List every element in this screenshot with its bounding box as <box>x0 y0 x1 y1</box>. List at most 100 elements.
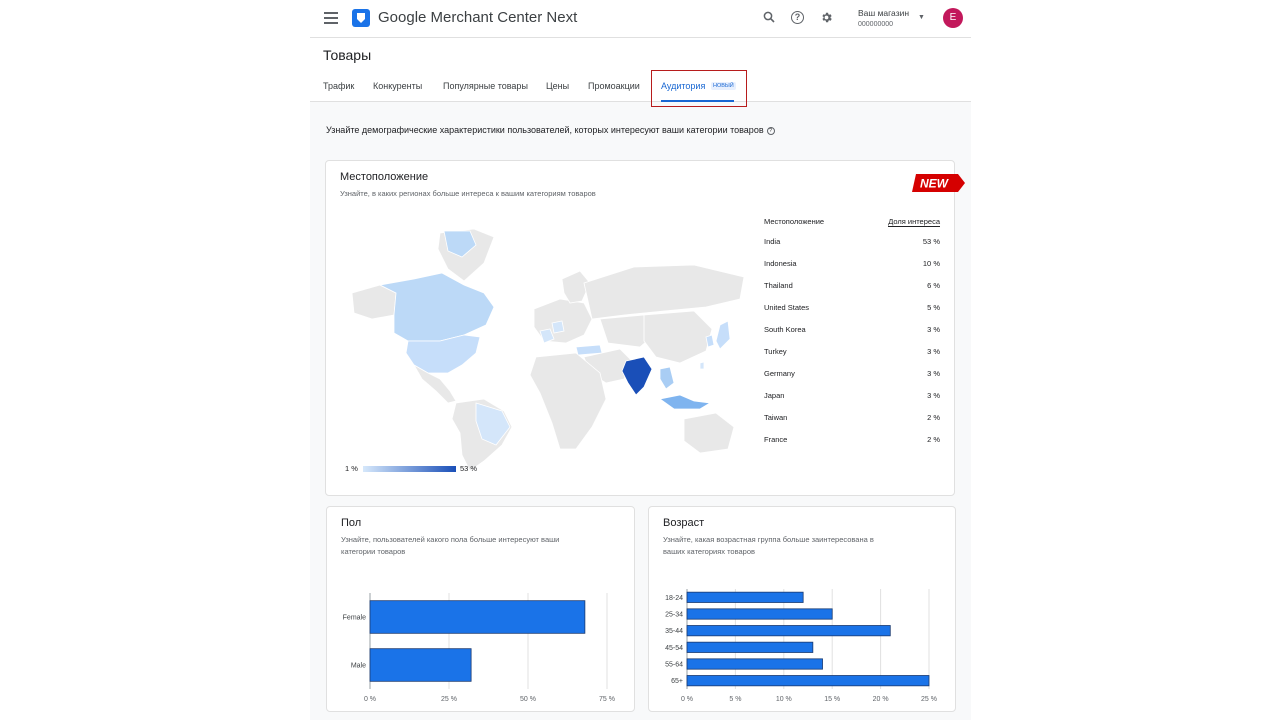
age-chart: 0 % 5 % 10 % 15 % 20 % 25 % 18-24 25-34 35-44 45-… <box>665 589 937 703</box>
map-legend-max: 53 % <box>460 464 478 473</box>
map-india <box>621 356 653 396</box>
map-russia <box>583 264 745 320</box>
category-label: 65+ <box>671 678 683 685</box>
interest-share: 3 % <box>927 347 940 356</box>
x-tick-label: 10 % <box>776 696 792 703</box>
bar[interactable] <box>369 600 586 634</box>
tab-promotions[interactable]: Промоакции <box>588 81 640 91</box>
x-tick-label: 75 % <box>599 696 615 703</box>
x-tick-label: 25 % <box>441 696 457 703</box>
age-subtitle-line: Узнайте, какая возрастная группа больше … <box>663 535 874 544</box>
location-card-title: Местоположение <box>340 171 429 183</box>
location-name: Turkey <box>764 347 787 356</box>
intro-label: Узнайте демографические характеристики п… <box>326 125 764 135</box>
share-column-header[interactable]: Доля интереса <box>888 217 940 227</box>
x-tick-label: 25 % <box>921 696 937 703</box>
map-japan <box>715 320 731 350</box>
category-label: 55-64 <box>665 662 683 669</box>
table-row: South Korea 3 % <box>764 319 940 341</box>
bar[interactable] <box>686 675 930 687</box>
intro-text: Узнайте демографические характеристики п… <box>326 125 775 135</box>
menu-icon[interactable] <box>324 12 338 24</box>
location-name: Germany <box>764 369 795 378</box>
table-row: Germany 3 % <box>764 363 940 385</box>
table-row: Taiwan 2 % <box>764 407 940 429</box>
tab-competitors[interactable]: Конкуренты <box>373 81 422 91</box>
page-title: Товары <box>323 47 372 63</box>
gender-chart: 0 % 25 % 50 % 75 % Female Male <box>343 593 615 703</box>
store-label: Ваш магазин <box>858 8 910 18</box>
bar[interactable] <box>686 658 823 670</box>
interest-share: 10 % <box>922 259 940 268</box>
interest-share: 53 % <box>922 237 940 246</box>
store-id: 000000000 <box>858 21 894 28</box>
bar[interactable] <box>686 608 833 620</box>
tab-popular-products[interactable]: Популярные товары <box>443 81 528 91</box>
tab-traffic[interactable]: Трафик <box>323 81 354 91</box>
bar[interactable] <box>686 591 804 603</box>
map-legend-gradient <box>363 466 456 472</box>
map-germany <box>551 320 565 334</box>
x-tick-label: 5 % <box>729 696 741 703</box>
table-row: India 53 % <box>764 231 940 253</box>
map-indonesia <box>659 394 712 410</box>
tab-audience[interactable]: Аудитория <box>661 81 705 91</box>
category-label: 25-34 <box>665 612 683 619</box>
search-icon[interactable] <box>762 11 776 25</box>
table-row: Japan 3 % <box>764 385 940 407</box>
world-map <box>351 228 745 472</box>
location-name: Taiwan <box>764 413 788 422</box>
x-tick-label: 20 % <box>873 696 889 703</box>
gear-icon[interactable] <box>819 11 833 25</box>
gender-subtitle-line: категории товаров <box>341 547 406 556</box>
interest-share: 3 % <box>927 369 940 378</box>
table-row: Thailand 6 % <box>764 275 940 297</box>
tab-prices[interactable]: Цены <box>546 81 569 91</box>
location-name: South Korea <box>764 325 806 334</box>
category-label: 35-44 <box>665 628 683 635</box>
help-icon[interactable]: ? <box>791 11 804 24</box>
location-name: France <box>764 435 788 444</box>
location-name: Thailand <box>764 281 793 290</box>
location-table: Местоположение Доля интереса India 53 % I… <box>764 217 940 451</box>
map-australia <box>683 412 735 454</box>
gender-card: Пол Узнайте, пользователей какого пола б… <box>326 506 635 712</box>
category-label: 18-24 <box>665 595 683 602</box>
bar[interactable] <box>369 648 472 682</box>
category-label: 45-54 <box>665 645 683 652</box>
info-icon[interactable]: ? <box>766 127 775 135</box>
interest-share: 2 % <box>927 413 940 422</box>
table-row: United States 5 % <box>764 297 940 319</box>
store-switcher[interactable]: Ваш магазин 000000000 <box>858 8 909 30</box>
app-title: Google Merchant Center Next <box>378 9 578 26</box>
location-name: United States <box>764 303 810 312</box>
location-card-subtitle: Узнайте, в каких регионах больше интерес… <box>340 189 596 198</box>
map-canada <box>378 272 495 342</box>
age-card: Возраст Узнайте, какая возрастная группа… <box>648 506 956 712</box>
map-legend-min: 1 % <box>345 464 358 473</box>
age-subtitle-line: ваших категориях товаров <box>663 547 756 556</box>
location-name: India <box>764 237 781 246</box>
gender-card-title: Пол <box>341 517 362 529</box>
x-tick-label: 0 % <box>364 696 376 703</box>
chevron-down-icon[interactable]: ▼ <box>918 14 925 21</box>
new-ribbon: NEW <box>912 172 965 194</box>
location-name: Indonesia <box>764 259 797 268</box>
merchant-center-logo <box>352 9 370 27</box>
table-row: Turkey 3 % <box>764 341 940 363</box>
age-card-title: Возраст <box>663 517 705 529</box>
map-taiwan <box>699 361 705 370</box>
category-label: Male <box>351 663 366 670</box>
bar[interactable] <box>686 641 814 653</box>
location-name: Japan <box>764 391 785 400</box>
interest-share: 6 % <box>927 281 940 290</box>
bar[interactable] <box>686 625 891 637</box>
x-tick-label: 50 % <box>520 696 536 703</box>
avatar[interactable]: E <box>943 8 963 28</box>
interest-share: 2 % <box>927 435 940 444</box>
x-tick-label: 0 % <box>681 696 693 703</box>
map-china <box>643 310 713 364</box>
new-ribbon-label: NEW <box>920 177 950 191</box>
gender-subtitle-line: Узнайте, пользователей какого пола больш… <box>341 535 560 544</box>
location-table-header: Местоположение Доля интереса <box>764 217 940 231</box>
